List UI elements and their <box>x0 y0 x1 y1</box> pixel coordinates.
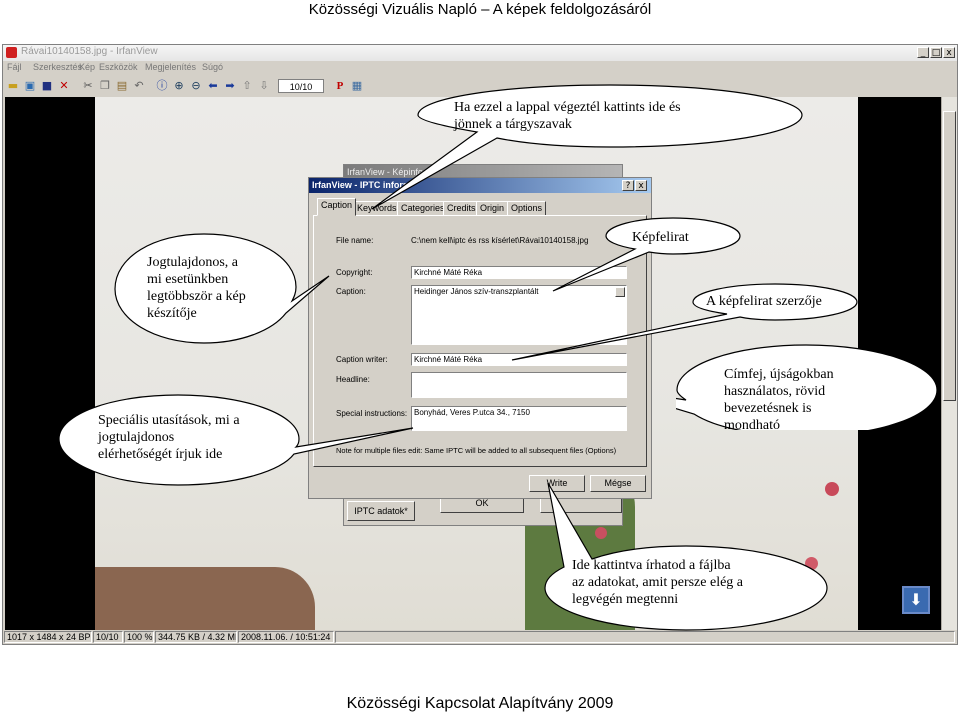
tab-categories[interactable]: Categories <box>397 201 449 216</box>
window-titlebar: Rávai10140158.jpg - IrfanView _ □ x <box>3 45 957 61</box>
minimize-button[interactable]: _ <box>917 47 929 58</box>
callout-write-text: Ide kattintva írhatod a fájlba az adatok… <box>572 558 744 607</box>
headline-field[interactable] <box>411 372 627 398</box>
tab-credits[interactable]: Credits <box>443 201 480 216</box>
menu-edit[interactable]: Szerkesztés <box>33 62 82 72</box>
callout-write: Ide kattintva írhatod a fájlba az adatok… <box>544 482 828 631</box>
menu-bar: Fájl Szerkesztés Kép Eszközök Megjelenít… <box>3 61 957 75</box>
next-arrow-icon[interactable]: ➡ <box>223 79 237 93</box>
callout-caption-text: Képfelirat <box>632 230 689 245</box>
photo-flower <box>595 527 607 539</box>
iptc-data-button[interactable]: IPTC adatok* <box>347 501 415 521</box>
slideshow-icon[interactable]: ▣ <box>23 79 37 93</box>
caption-panel: File name: C:\nem kell\iptc és rss kísér… <box>313 215 647 467</box>
special-instructions-field[interactable]: Bonyhád, Veres P.utca 34., 7150 <box>411 406 627 431</box>
status-page: 10/10 <box>93 631 123 643</box>
info-icon[interactable]: ⓘ <box>155 79 169 93</box>
cancel-button[interactable]: Mégse <box>590 475 646 492</box>
file-name-value: C:\nem kell\iptc és rss kísérlet\Rávai10… <box>411 236 589 245</box>
scroll-down-arrow-icon[interactable]: ⬇ <box>902 586 930 614</box>
callout-instructions: Speciális utasítások, mi a jogtulajdonos… <box>58 394 414 486</box>
scrollbar-thumb[interactable] <box>943 111 956 401</box>
zoom-out-icon[interactable]: ⊖ <box>189 79 203 93</box>
print-p-icon[interactable]: P <box>333 79 347 93</box>
slide-title: Közösségi Vizuális Napló – A képek feldo… <box>308 1 652 18</box>
menu-help[interactable]: Súgó <box>202 62 223 72</box>
tab-keywords[interactable]: Keywords <box>353 201 401 216</box>
callout-tabs-text: Ha ezzel a lappal végeztél kattints ide … <box>454 100 681 132</box>
status-datetime: 2008.11.06. / 10:51:24 <box>238 631 334 643</box>
zoom-in-icon[interactable]: ⊕ <box>172 79 186 93</box>
iptc-close-button[interactable]: x <box>635 180 647 191</box>
menu-image[interactable]: Kép <box>79 62 95 72</box>
cut-icon[interactable]: ✂ <box>81 79 95 93</box>
multi-edit-note: Note for multiple files edit: Same IPTC … <box>336 446 617 455</box>
file-name-label: File name: <box>336 236 374 245</box>
copyright-label: Copyright: <box>336 268 373 277</box>
caption-scroll-up-icon[interactable] <box>615 287 625 297</box>
headline-label: Headline: <box>336 375 370 384</box>
callout-copyright-text: Jogtulajdonos, a mi esetünkben legtöbbsz… <box>147 255 246 321</box>
photo-flower <box>825 482 839 496</box>
callout-caption: Képfelirat <box>552 217 741 292</box>
menu-file[interactable]: Fájl <box>7 62 22 72</box>
caption-writer-field[interactable]: Kirchné Máté Réka <box>411 353 627 366</box>
callout-copyright: Jogtulajdonos, a mi esetünkben legtöbbsz… <box>114 233 330 345</box>
special-instructions-label: Special instructions: <box>336 409 408 418</box>
callout-headline-text: Címfej, újságokban használatos, rövid be… <box>724 367 834 430</box>
callout-instructions-text: Speciális utasítások, mi a jogtulajdonos… <box>98 413 240 462</box>
tab-options[interactable]: Options <box>507 201 547 216</box>
status-filesize: 344.75 KB / 4.32 MB <box>155 631 237 643</box>
caption-writer-label: Caption writer: <box>336 355 388 364</box>
status-bar: 1017 x 1484 x 24 BPP 10/10 100 % 344.75 … <box>3 630 957 644</box>
vertical-scrollbar[interactable] <box>941 97 957 630</box>
menu-tools[interactable]: Eszközök <box>99 62 138 72</box>
first-page-icon[interactable]: ⇧ <box>240 79 254 93</box>
photo-dog-shape <box>95 567 315 630</box>
caption-label: Caption: <box>336 287 366 296</box>
delete-icon[interactable]: ✕ <box>57 79 71 93</box>
help-button[interactable]: ? <box>622 180 634 191</box>
page-counter[interactable]: 10/10 <box>278 79 324 93</box>
window-title: Rávai10140158.jpg - IrfanView <box>21 46 158 57</box>
tab-caption[interactable]: Caption <box>317 198 357 216</box>
previous-arrow-icon[interactable]: ⬅ <box>206 79 220 93</box>
write-button[interactable]: Write <box>529 475 585 492</box>
tab-origin[interactable]: Origin <box>476 201 509 216</box>
maximize-button[interactable]: □ <box>930 47 942 58</box>
status-dimensions: 1017 x 1484 x 24 BPP <box>4 631 92 643</box>
callout-caption-writer: A képfelirat szerzője <box>511 283 858 361</box>
callout-caption-writer-text: A képfelirat szerzője <box>706 294 822 309</box>
callout-headline: Címfej, újságokban használatos, rövid be… <box>676 344 938 430</box>
menu-view[interactable]: Megjelenítés <box>145 62 196 72</box>
caption-textarea[interactable]: Heidinger János szív-transzplantált <box>411 285 627 345</box>
status-zoom: 100 % <box>124 631 154 643</box>
iptc-dialog: IrfanView - IPTC inform ? x Caption Keyw… <box>308 177 652 499</box>
paint-icon[interactable]: ▦ <box>350 79 364 93</box>
slide-footer: Közösségi Kapcsolat Alapítvány 2009 <box>346 695 614 712</box>
iptc-dialog-title: IrfanView - IPTC inform <box>309 178 651 193</box>
open-folder-icon[interactable]: ▬ <box>6 79 20 93</box>
callout-tabs: Ha ezzel a lappal végeztél kattints ide … <box>371 84 803 210</box>
close-button[interactable]: x <box>943 47 955 58</box>
caption-value: Heidinger János szív-transzplantált <box>414 287 539 296</box>
undo-icon[interactable]: ↶ <box>132 79 146 93</box>
status-empty <box>335 631 955 643</box>
save-icon[interactable]: ■ <box>40 79 54 93</box>
last-page-icon[interactable]: ⇩ <box>257 79 271 93</box>
copy-icon[interactable]: ❐ <box>98 79 112 93</box>
paste-icon[interactable]: ▤ <box>115 79 129 93</box>
irfanview-icon <box>6 47 17 58</box>
